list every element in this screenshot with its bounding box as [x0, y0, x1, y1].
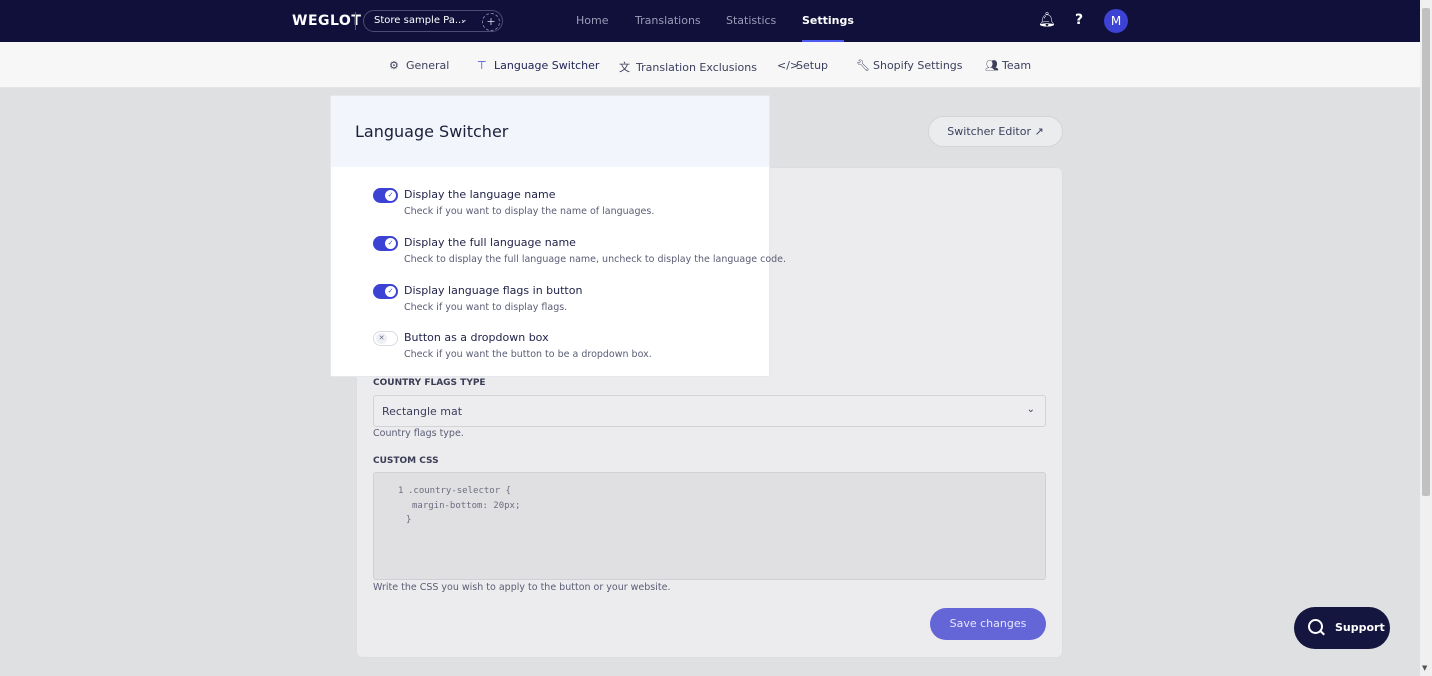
tab-label: General — [406, 59, 450, 72]
toggle-switch[interactable]: ✓ — [373, 188, 398, 203]
search-icon — [1308, 619, 1323, 634]
custom-css-label: CUSTOM CSS — [373, 456, 439, 466]
team-icon: 👥︎ — [985, 59, 999, 72]
custom-css-editor[interactable]: 1 .country-selector { margin-bottom: 20p… — [373, 472, 1046, 580]
tab-team[interactable]: 👥︎ Team — [985, 59, 1031, 72]
page-scrollbar[interactable]: ▼ — [1420, 0, 1432, 676]
nav-home[interactable]: Home — [576, 14, 608, 27]
check-icon: ✓ — [385, 238, 396, 249]
external-link-icon: ↗ — [1034, 125, 1044, 138]
bell-icon[interactable]: 🔔︎ — [1038, 12, 1056, 28]
option-label: Button as a dropdown box — [404, 331, 549, 344]
check-icon: ✓ — [385, 190, 396, 201]
weglot-logo[interactable]: WEGLOT — [292, 13, 361, 29]
toggle-switch[interactable]: ✓ — [373, 236, 398, 251]
switcher-editor-button[interactable]: Switcher Editor ↗ — [928, 116, 1063, 147]
flags-type-select[interactable]: Rectangle mat ⌄ — [373, 395, 1046, 427]
logo-divider — [355, 12, 356, 30]
check-icon: ✓ — [385, 286, 396, 297]
option-description: Check if you want to display the name of… — [404, 206, 655, 217]
popup-header: Language Switcher — [331, 96, 769, 167]
option-label: Display the language name — [404, 188, 556, 201]
tab-translation-exclusions[interactable]: 文 Translation Exclusions — [619, 59, 757, 75]
paint-roller-icon: ⊤ — [477, 59, 487, 72]
option-description: Check if you want the button to be a dro… — [404, 349, 652, 360]
toggle-switch[interactable]: ✕ — [373, 331, 398, 346]
chevron-down-icon: ⌄ — [460, 15, 468, 25]
flags-type-value: Rectangle mat — [382, 405, 463, 418]
code-line: } — [406, 515, 412, 525]
add-project-button[interactable]: + — [482, 13, 500, 31]
nav-settings[interactable]: Settings — [802, 14, 854, 27]
option-display-flags: ✓ Display language flags in button Check… — [373, 284, 773, 320]
option-label: Display the full language name — [404, 236, 576, 249]
scrollbar-thumb[interactable] — [1422, 8, 1430, 496]
close-icon: ✕ — [376, 333, 387, 344]
user-avatar[interactable]: M — [1104, 9, 1128, 33]
popup-body: ✓ Display the language name Check if you… — [355, 167, 786, 376]
option-description: Check to display the full language name,… — [404, 254, 787, 265]
code-line: .country-selector { — [408, 486, 511, 496]
tab-shopify-settings[interactable]: 🔧︎ Shopify Settings — [856, 59, 963, 72]
tab-label: Language Switcher — [494, 59, 600, 72]
scroll-down-arrow-icon[interactable]: ▼ — [1422, 664, 1427, 672]
tab-label: Setup — [796, 59, 829, 72]
support-button[interactable]: Support — [1294, 607, 1390, 649]
nav-statistics[interactable]: Statistics — [726, 14, 776, 27]
flags-type-label: COUNTRY FLAGS TYPE — [373, 378, 486, 388]
switcher-editor-label: Switcher Editor — [947, 125, 1031, 138]
option-dropdown-box: ✕ Button as a dropdown box Check if you … — [373, 331, 773, 367]
custom-css-help: Write the CSS you wish to apply to the b… — [373, 582, 671, 593]
translate-icon: 文 — [619, 61, 630, 74]
tab-language-switcher[interactable]: ⊤ Language Switcher — [477, 59, 599, 72]
gear-icon: ⚙ — [389, 59, 399, 72]
wrench-icon: 🔧︎ — [856, 59, 870, 72]
language-switcher-popup: Language Switcher ✓ Display the language… — [331, 96, 786, 376]
code-icon: </> — [777, 59, 800, 72]
tab-label: Translation Exclusions — [636, 61, 757, 74]
support-label: Support — [1335, 621, 1385, 634]
tab-setup[interactable]: </>Setup — [777, 59, 828, 72]
chevron-down-icon: ⌄ — [1026, 404, 1035, 415]
save-changes-button[interactable]: Save changes — [930, 608, 1046, 640]
help-icon[interactable]: ? — [1075, 12, 1083, 28]
top-navigation-bar: WEGLOT Store sample Pa... ⌄ + Home Trans… — [0, 0, 1420, 42]
project-name: Store sample Pa... — [374, 15, 465, 26]
nav-translations[interactable]: Translations — [635, 14, 701, 27]
option-display-full-language-name: ✓ Display the full language name Check t… — [373, 236, 786, 272]
project-selector[interactable]: Store sample Pa... ⌄ + — [363, 10, 503, 32]
code-line: margin-bottom: 20px; — [412, 501, 521, 511]
settings-subtabs: ⚙ General ⊤ Language Switcher 文 Translation… — [0, 42, 1420, 88]
option-display-language-name: ✓ Display the language name Check if you… — [373, 188, 773, 224]
line-number: 1 — [398, 486, 404, 496]
tab-label: Shopify Settings — [873, 59, 963, 72]
tab-label: Team — [1002, 59, 1032, 72]
popup-title: Language Switcher — [355, 122, 509, 141]
toggle-switch[interactable]: ✓ — [373, 284, 398, 299]
option-label: Display language flags in button — [404, 284, 583, 297]
tab-general[interactable]: ⚙ General — [389, 59, 449, 72]
flags-type-help: Country flags type. — [373, 428, 464, 439]
option-description: Check if you want to display flags. — [404, 302, 568, 313]
